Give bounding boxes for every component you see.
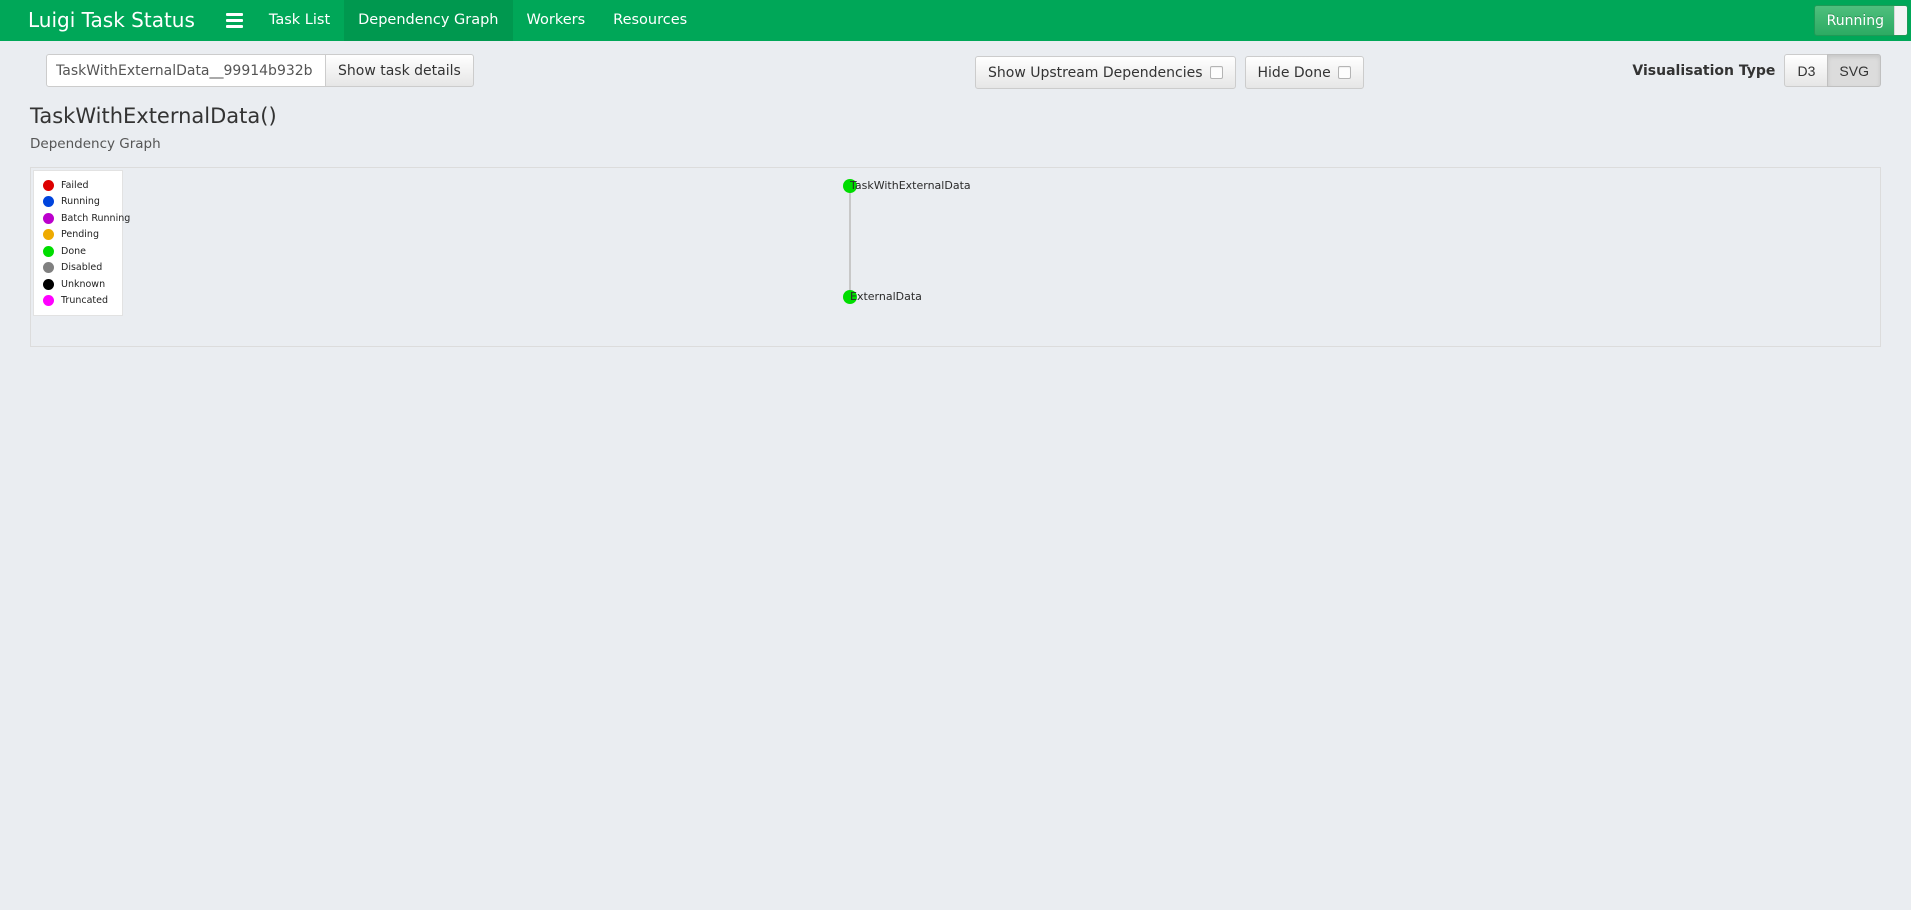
- hamburger-bar: [226, 13, 244, 16]
- controls-toolbar: Show task details Show Upstream Dependen…: [0, 41, 1911, 101]
- nav-link-dependency-graph[interactable]: Dependency Graph: [344, 0, 513, 41]
- dependency-graph-svg[interactable]: [31, 168, 1880, 346]
- graph-node-label: ExternalData: [850, 289, 922, 303]
- show-upstream-dependencies-checkbox[interactable]: [1209, 66, 1223, 79]
- navbar-right: Running: [1813, 0, 1911, 41]
- page-header: TaskWithExternalData() Dependency Graph: [0, 101, 1911, 152]
- task-search-form: Show task details: [46, 54, 474, 87]
- hide-done-checkbox[interactable]: [1337, 66, 1351, 79]
- hamburger-bar: [226, 25, 244, 28]
- nav-link-task-list[interactable]: Task List: [255, 0, 344, 41]
- hide-done-label: Hide Done: [1257, 64, 1331, 81]
- page-subtitle: Dependency Graph: [30, 136, 161, 153]
- hide-done-toggle[interactable]: Hide Done: [1244, 56, 1364, 89]
- task-id-input[interactable]: [46, 54, 326, 87]
- nav-links: Task List Dependency Graph Workers Resou…: [255, 0, 701, 41]
- visualisation-type-label: Visualisation Type: [1632, 62, 1776, 79]
- nav-link-resources[interactable]: Resources: [599, 0, 701, 41]
- visualisation-type-group: Visualisation Type D3 SVG: [1632, 54, 1881, 87]
- show-upstream-dependencies-label: Show Upstream Dependencies: [988, 64, 1203, 81]
- app-brand[interactable]: Luigi Task Status: [0, 0, 215, 41]
- vis-type-d3-button[interactable]: D3: [1784, 54, 1829, 87]
- graph-canvas[interactable]: TaskWithExternalData ExternalData: [31, 168, 1880, 346]
- toggle-handle[interactable]: [1894, 6, 1907, 35]
- top-navbar: Luigi Task Status Task List Dependency G…: [0, 0, 1911, 41]
- page-title: TaskWithExternalData(): [30, 104, 277, 128]
- hamburger-icon[interactable]: [215, 0, 255, 41]
- show-upstream-dependencies-toggle[interactable]: Show Upstream Dependencies: [975, 56, 1236, 89]
- vis-type-svg-button[interactable]: SVG: [1827, 54, 1881, 87]
- graph-node-label: TaskWithExternalData: [850, 178, 971, 192]
- hamburger-bar: [226, 19, 244, 22]
- scheduler-running-toggle[interactable]: Running: [1813, 5, 1908, 36]
- dependency-graph-panel: Failed Running Batch Running Pending Done Dis…: [30, 166, 1881, 347]
- graph-options-group: Show Upstream Dependencies Hide Done: [975, 56, 1364, 89]
- nav-link-workers[interactable]: Workers: [513, 0, 600, 41]
- scheduler-running-label: Running: [1826, 12, 1884, 29]
- show-task-details-button[interactable]: Show task details: [325, 54, 474, 87]
